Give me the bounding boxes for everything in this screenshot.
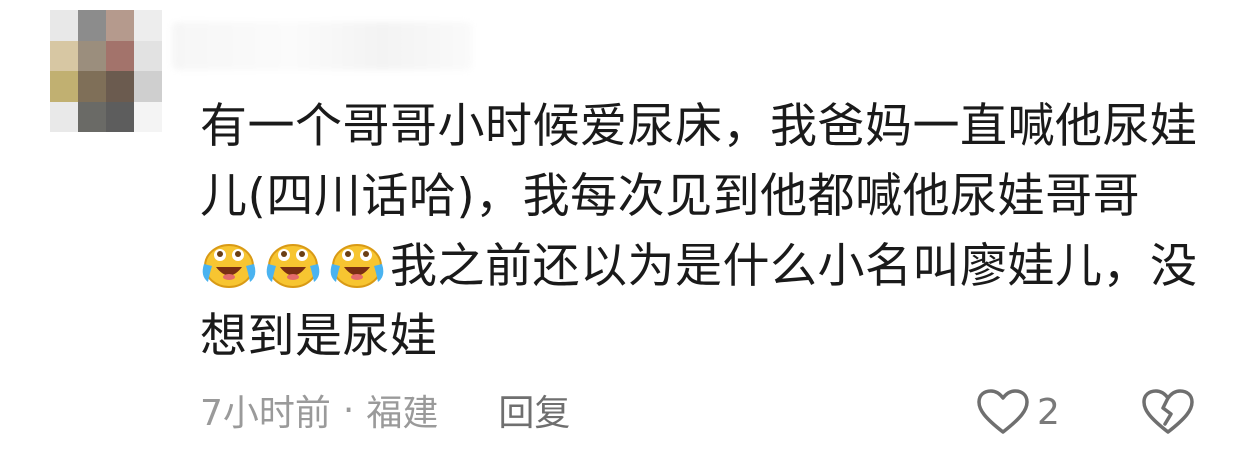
avatar[interactable] (50, 10, 162, 132)
broken-heart-icon (1142, 389, 1194, 434)
crying-laughing-emoji-icon (266, 244, 320, 288)
like-button[interactable]: 2 (975, 388, 1060, 436)
dislike-button[interactable] (1140, 388, 1196, 440)
crying-laughing-emoji-icon (202, 244, 256, 288)
comment-location: 福建 (366, 393, 439, 434)
comment-text: 有一个哥哥小时候爱尿床，我爸妈一直喊他尿娃儿(四川话哈)，我每次见到他都喊他尿娃… (200, 92, 1210, 372)
username-blurred[interactable] (172, 22, 472, 70)
like-count: 2 (1037, 391, 1060, 433)
heart-icon (977, 389, 1029, 434)
reply-button[interactable]: 回复 (498, 384, 570, 436)
comment-text-part1: 有一个哥哥小时候爱尿床，我爸妈一直喊他尿娃儿(四川话哈)，我每次见到他都喊他尿娃… (200, 99, 1198, 224)
emoji-group (200, 240, 386, 290)
meta-separator: · (342, 389, 355, 431)
comment-time: 7小时前 (200, 393, 331, 434)
crying-laughing-emoji-icon (330, 244, 384, 288)
